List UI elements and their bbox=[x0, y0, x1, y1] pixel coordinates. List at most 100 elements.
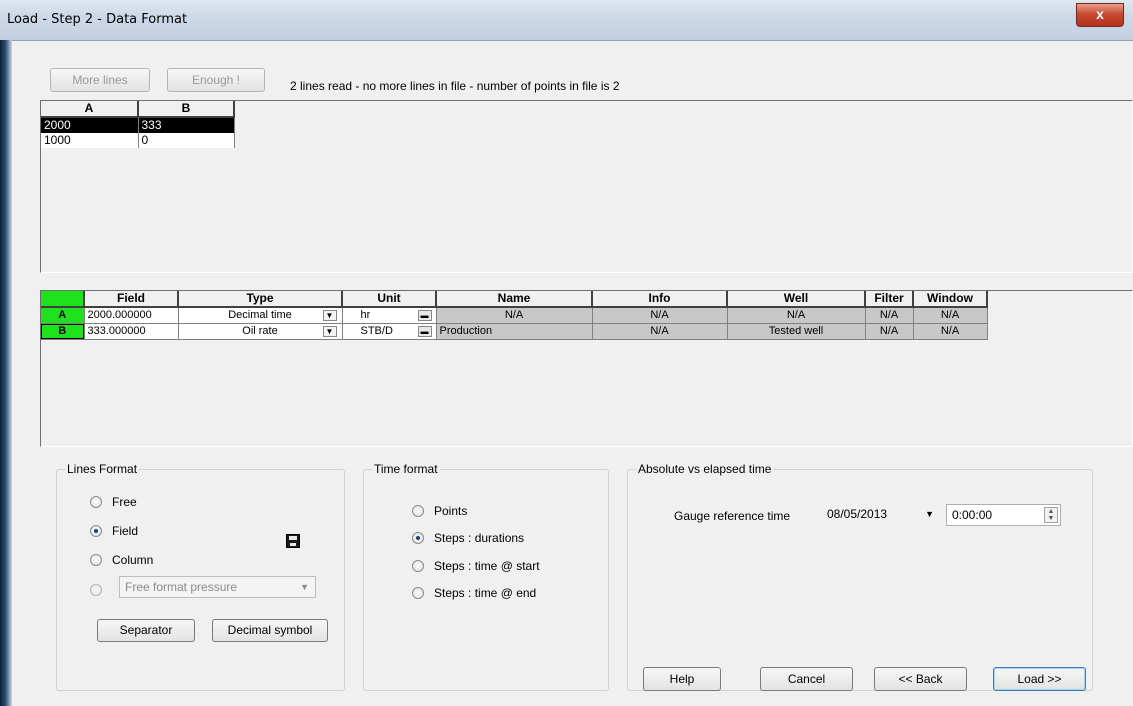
window-title: Load - Step 2 - Data Format bbox=[7, 12, 188, 27]
time-field[interactable]: 0:00:00 ▲ ▼ bbox=[946, 504, 1061, 526]
unit-dropdown[interactable]: hr ▬ bbox=[342, 307, 437, 324]
radio-icon[interactable] bbox=[90, 554, 102, 566]
radio-steps-start[interactable]: Steps : time @ start bbox=[412, 559, 540, 573]
radio-icon[interactable] bbox=[412, 532, 424, 544]
unit-value: STB/D bbox=[360, 325, 393, 337]
grid-corner[interactable] bbox=[41, 291, 85, 308]
close-button[interactable]: x bbox=[1076, 3, 1124, 27]
lines-format-group: Lines Format Free Field Column Free form… bbox=[56, 462, 345, 691]
radio-icon[interactable] bbox=[412, 505, 424, 517]
radio-column[interactable]: Column bbox=[90, 553, 153, 567]
enough-button[interactable]: Enough ! bbox=[167, 68, 265, 92]
window-cell[interactable]: N/A bbox=[913, 323, 988, 340]
save-icon[interactable] bbox=[286, 534, 300, 548]
load-button[interactable]: Load >> bbox=[993, 667, 1086, 691]
radio-points[interactable]: Points bbox=[412, 504, 467, 518]
well-cell[interactable]: Tested well bbox=[727, 323, 866, 340]
background-window-edge bbox=[0, 40, 12, 706]
unit-dropdown[interactable]: STB/D ▬ bbox=[342, 323, 437, 340]
col-header-info[interactable]: Info bbox=[592, 291, 728, 308]
date-value: 08/05/2013 bbox=[827, 507, 888, 521]
radio-steps-end[interactable]: Steps : time @ end bbox=[412, 586, 536, 600]
well-cell[interactable]: N/A bbox=[727, 307, 866, 324]
info-cell[interactable]: N/A bbox=[592, 307, 728, 324]
raw-cell[interactable]: 0 bbox=[138, 133, 235, 148]
col-header-field[interactable]: Field bbox=[84, 291, 179, 308]
row-header-a[interactable]: A bbox=[41, 307, 85, 324]
window-cell[interactable]: N/A bbox=[913, 307, 988, 324]
col-header-window[interactable]: Window bbox=[913, 291, 988, 308]
chevron-down-icon[interactable]: ▼ bbox=[322, 310, 337, 321]
type-dropdown[interactable]: Oil rate ▼ bbox=[178, 323, 343, 340]
dialog-body: More lines Enough ! 2 lines read - no mo… bbox=[12, 41, 1133, 706]
radio-icon[interactable] bbox=[90, 584, 102, 596]
radio-icon[interactable] bbox=[90, 525, 102, 537]
raw-row[interactable]: 2000 333 bbox=[41, 117, 235, 133]
decimal-symbol-button[interactable]: Decimal symbol bbox=[212, 619, 328, 642]
field-cell[interactable]: 2000.000000 bbox=[84, 307, 179, 324]
more-lines-button[interactable]: More lines bbox=[50, 68, 150, 92]
col-header-type[interactable]: Type bbox=[178, 291, 343, 308]
absolute-elapsed-label: Absolute vs elapsed time bbox=[636, 462, 774, 476]
radio-label: Field bbox=[112, 524, 139, 538]
raw-col-b-header[interactable]: B bbox=[138, 101, 235, 118]
radio-icon[interactable] bbox=[412, 587, 424, 599]
help-button[interactable]: Help bbox=[643, 667, 721, 691]
radio-label: Points bbox=[434, 504, 468, 518]
radio-icon[interactable] bbox=[412, 560, 424, 572]
raw-col-a-header[interactable]: A bbox=[41, 101, 139, 118]
chevron-down-icon[interactable]: ▬ bbox=[417, 326, 432, 337]
raw-data-panel: A B 2000 333 1000 0 bbox=[40, 100, 1133, 273]
cancel-button[interactable]: Cancel bbox=[760, 667, 853, 691]
chevron-down-icon: ▼ bbox=[300, 582, 309, 592]
radio-field[interactable]: Field bbox=[90, 524, 138, 538]
format-panel: Field Type Unit Name Info Well Filter Wi… bbox=[40, 290, 1133, 447]
chevron-down-icon[interactable]: ▼ bbox=[925, 504, 934, 524]
radio-icon[interactable] bbox=[90, 496, 102, 508]
col-header-unit[interactable]: Unit bbox=[342, 291, 437, 308]
radio-label: Steps : time @ start bbox=[434, 559, 540, 573]
info-cell[interactable]: N/A bbox=[592, 323, 728, 340]
raw-cell[interactable]: 2000 bbox=[41, 117, 139, 133]
radio-label: Column bbox=[112, 553, 154, 567]
filter-cell[interactable]: N/A bbox=[865, 323, 914, 340]
spin-updown-icon[interactable]: ▲ ▼ bbox=[1044, 507, 1058, 523]
title-bar: Load - Step 2 - Data Format x bbox=[0, 0, 1133, 41]
col-header-filter[interactable]: Filter bbox=[865, 291, 914, 308]
filter-cell[interactable]: N/A bbox=[865, 307, 914, 324]
absolute-elapsed-group: Absolute vs elapsed time Gauge reference… bbox=[627, 462, 1093, 691]
col-header-well[interactable]: Well bbox=[727, 291, 866, 308]
separator-button[interactable]: Separator bbox=[97, 619, 195, 642]
radio-label: Free bbox=[112, 495, 137, 509]
free-format-combo[interactable]: Free format pressure ▼ bbox=[119, 576, 316, 598]
radio-label: Steps : durations bbox=[434, 531, 525, 545]
type-value: Decimal time bbox=[228, 309, 292, 321]
time-format-label: Time format bbox=[372, 462, 440, 476]
col-header-name[interactable]: Name bbox=[436, 291, 593, 308]
chevron-down-icon[interactable]: ▬ bbox=[417, 310, 432, 321]
type-dropdown[interactable]: Decimal time ▼ bbox=[178, 307, 343, 324]
radio-free[interactable]: Free bbox=[90, 495, 137, 509]
format-row[interactable]: A 2000.000000 Decimal time ▼ hr ▬ N/A N/A … bbox=[41, 307, 988, 324]
name-cell[interactable]: N/A bbox=[436, 307, 593, 324]
gauge-reference-label: Gauge reference time bbox=[674, 509, 791, 523]
name-cell[interactable]: Production bbox=[436, 323, 593, 340]
status-text: 2 lines read - no more lines in file - n… bbox=[290, 79, 620, 93]
time-format-group: Time format Points Steps : durations Ste… bbox=[363, 462, 609, 691]
raw-cell[interactable]: 1000 bbox=[41, 133, 139, 148]
field-cell[interactable]: 333.000000 bbox=[84, 323, 179, 340]
radio-free-format[interactable] bbox=[90, 584, 112, 596]
type-value: Oil rate bbox=[242, 325, 278, 337]
raw-data-grid: A B 2000 333 1000 0 bbox=[41, 101, 235, 148]
row-header-b[interactable]: B bbox=[41, 323, 85, 340]
format-row[interactable]: B 333.000000 Oil rate ▼ STB/D ▬ Production… bbox=[41, 323, 988, 340]
raw-cell[interactable]: 333 bbox=[138, 117, 235, 133]
date-picker[interactable]: 08/05/2013 ▼ bbox=[822, 504, 938, 526]
unit-value: hr bbox=[360, 309, 371, 321]
radio-steps-durations[interactable]: Steps : durations bbox=[412, 531, 524, 545]
raw-row[interactable]: 1000 0 bbox=[41, 133, 235, 148]
back-button[interactable]: << Back bbox=[874, 667, 967, 691]
chevron-down-icon[interactable]: ▼ bbox=[322, 326, 337, 337]
combo-value: Free format pressure bbox=[125, 580, 238, 594]
lines-format-label: Lines Format bbox=[65, 462, 140, 476]
